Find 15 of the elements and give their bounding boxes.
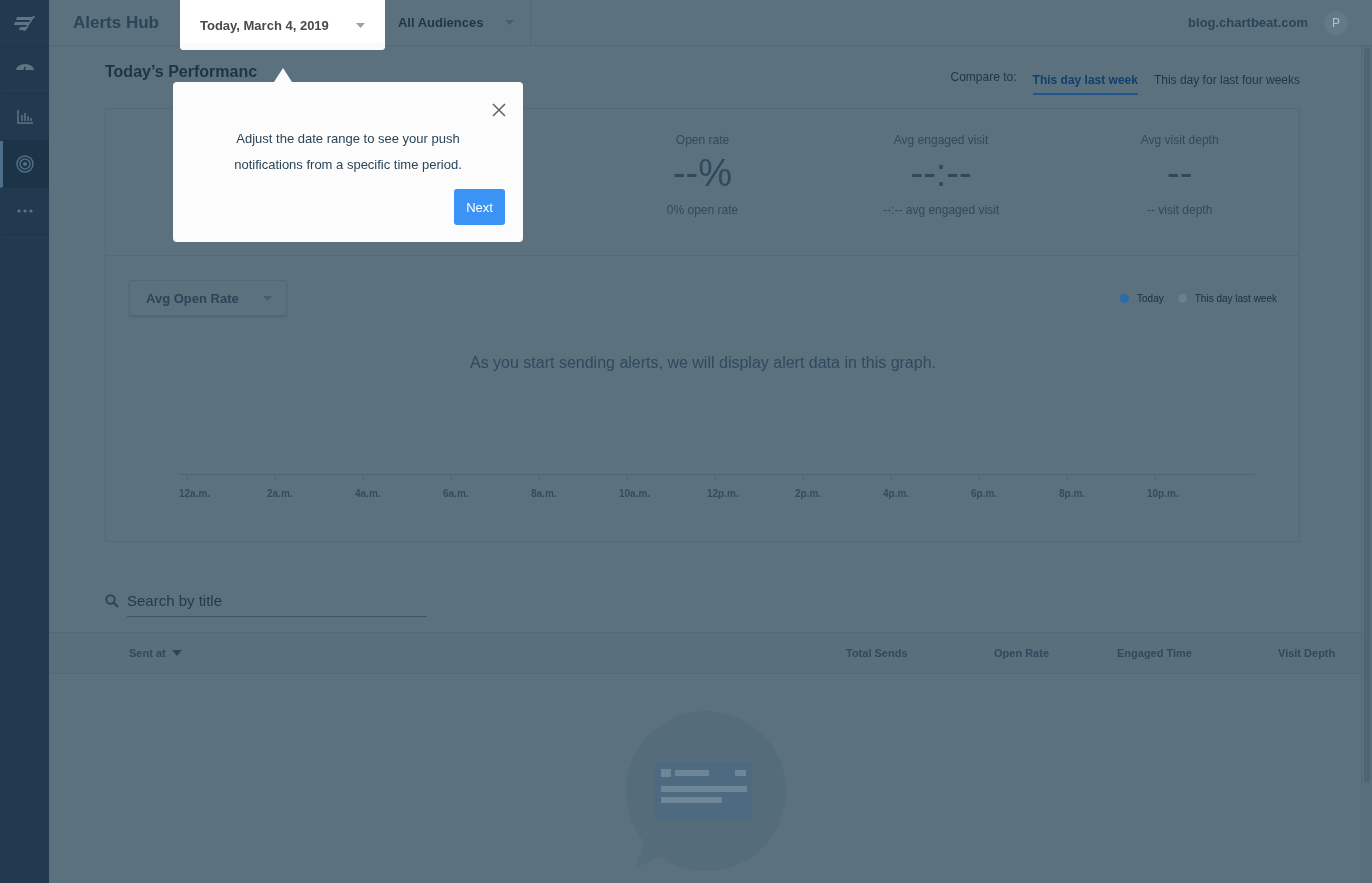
stat-value: --:-- — [910, 153, 972, 193]
legend-label: This day last week — [1194, 292, 1277, 304]
stat-value: --% — [672, 153, 733, 193]
next-button[interactable]: Next — [454, 189, 505, 225]
compare-label: Compare to: — [950, 70, 1017, 84]
legend-label: Today — [1137, 292, 1164, 304]
audience-dropdown[interactable]: All Audiences — [384, 0, 531, 45]
stat-value: -- — [1167, 153, 1193, 193]
compare-tab[interactable]: This day last week — [1032, 65, 1138, 95]
date-dropdown[interactable]: Today, March 4, 2019 — [179, 0, 385, 50]
search-field[interactable]: Search by title — [105, 586, 427, 616]
popover-message: Adjust the date range to see your push notifications from a specific time period. — [233, 130, 463, 174]
avatar[interactable]: P — [1324, 10, 1348, 35]
compare-tab[interactable]: This day for last four weeks — [1153, 65, 1300, 95]
section-title: Today’s Performanc — [105, 63, 258, 81]
